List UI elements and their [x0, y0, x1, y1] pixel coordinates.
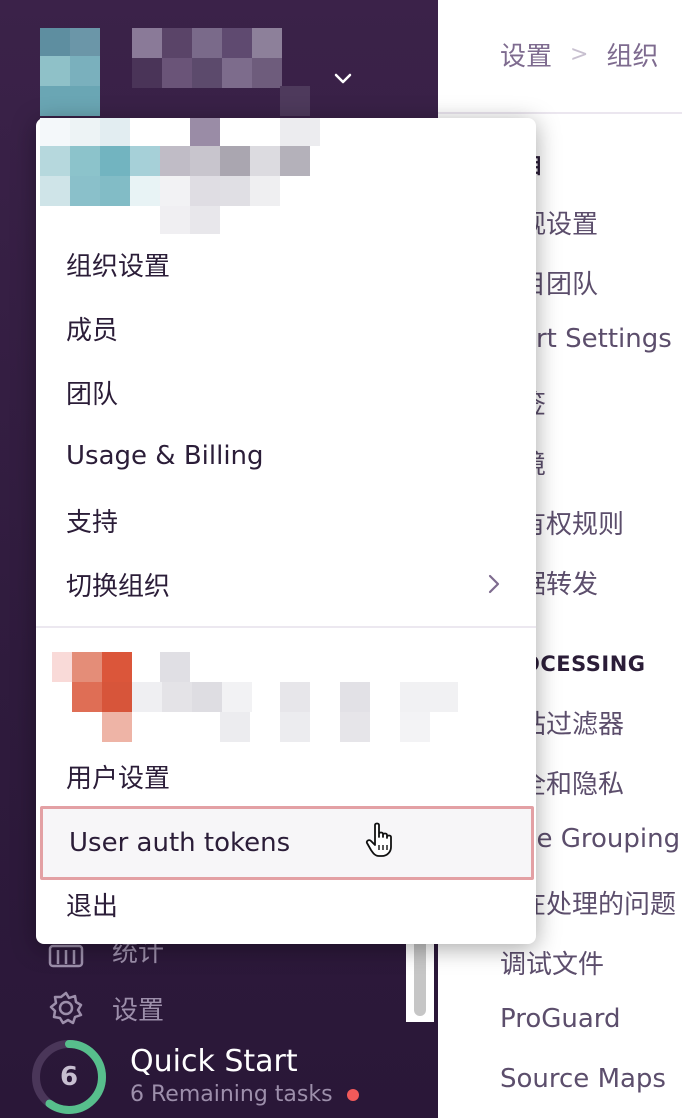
- menu-item-label: User auth tokens: [69, 828, 291, 858]
- menu-item-label: 切换组织: [66, 571, 171, 602]
- menu-item-sign-out[interactable]: 退出: [36, 872, 536, 936]
- gear-icon: [48, 990, 84, 1026]
- menu-item-switch-org[interactable]: 切换组织: [36, 552, 536, 616]
- dropdown-user-header: [52, 652, 472, 748]
- sidebar-item-label: 设置: [112, 995, 165, 1026]
- quick-start-count: 6: [59, 1062, 79, 1092]
- menu-item-label: 用户设置: [66, 763, 171, 794]
- menu-item-label: 成员: [66, 315, 119, 346]
- settings-section-header: OCESSING: [522, 652, 646, 676]
- quick-start[interactable]: 6 Quick Start 6 Remaining tasks: [30, 1038, 430, 1118]
- settings-nav-item[interactable]: 在处理的问题: [520, 884, 676, 921]
- scrollbar-thumb[interactable]: [414, 936, 426, 1016]
- quick-start-title: Quick Start: [130, 1044, 298, 1079]
- menu-item-label: Usage & Billing: [66, 441, 264, 471]
- dropdown-org-header: [36, 118, 536, 234]
- menu-item-members[interactable]: 成员: [36, 296, 536, 360]
- menu-item-teams[interactable]: 团队: [36, 360, 536, 424]
- settings-nav-item[interactable]: Source Maps: [500, 1064, 666, 1094]
- menu-item-user-settings[interactable]: 用户设置: [36, 744, 536, 808]
- menu-item-label: 退出: [66, 891, 119, 922]
- sidebar-item-settings[interactable]: 设置: [48, 988, 164, 1028]
- settings-nav-item[interactable]: ProGuard: [500, 1004, 621, 1034]
- menu-item-label: 支持: [66, 507, 119, 538]
- hand-cursor-icon: [365, 822, 392, 857]
- settings-nav-item[interactable]: 调试文件: [500, 944, 604, 981]
- remaining-tasks-text: 6 Remaining tasks: [130, 1082, 333, 1107]
- menu-item-user-auth-tokens[interactable]: User auth tokens: [40, 806, 534, 880]
- quick-start-subtitle: 6 Remaining tasks: [130, 1082, 359, 1107]
- menu-divider: [36, 626, 536, 628]
- settings-nav-item[interactable]: ue Grouping: [520, 824, 680, 854]
- menu-item-label: 团队: [66, 379, 119, 410]
- menu-item-support[interactable]: 支持: [36, 488, 536, 552]
- org-dropdown-menu: 组织设置 成员 团队 Usage & Billing 支持 切换组织 用户设置 …: [36, 118, 536, 944]
- menu-item-usage-billing[interactable]: Usage & Billing: [36, 424, 536, 488]
- menu-item-label: 组织设置: [66, 251, 171, 282]
- menu-item-org-settings[interactable]: 组织设置: [36, 232, 536, 296]
- notification-dot: [346, 1088, 359, 1101]
- org-switcher[interactable]: [40, 28, 352, 116]
- settings-nav-item[interactable]: ert Settings: [520, 324, 672, 354]
- chevron-right-icon: [488, 574, 500, 594]
- chevron-down-icon[interactable]: [332, 68, 354, 90]
